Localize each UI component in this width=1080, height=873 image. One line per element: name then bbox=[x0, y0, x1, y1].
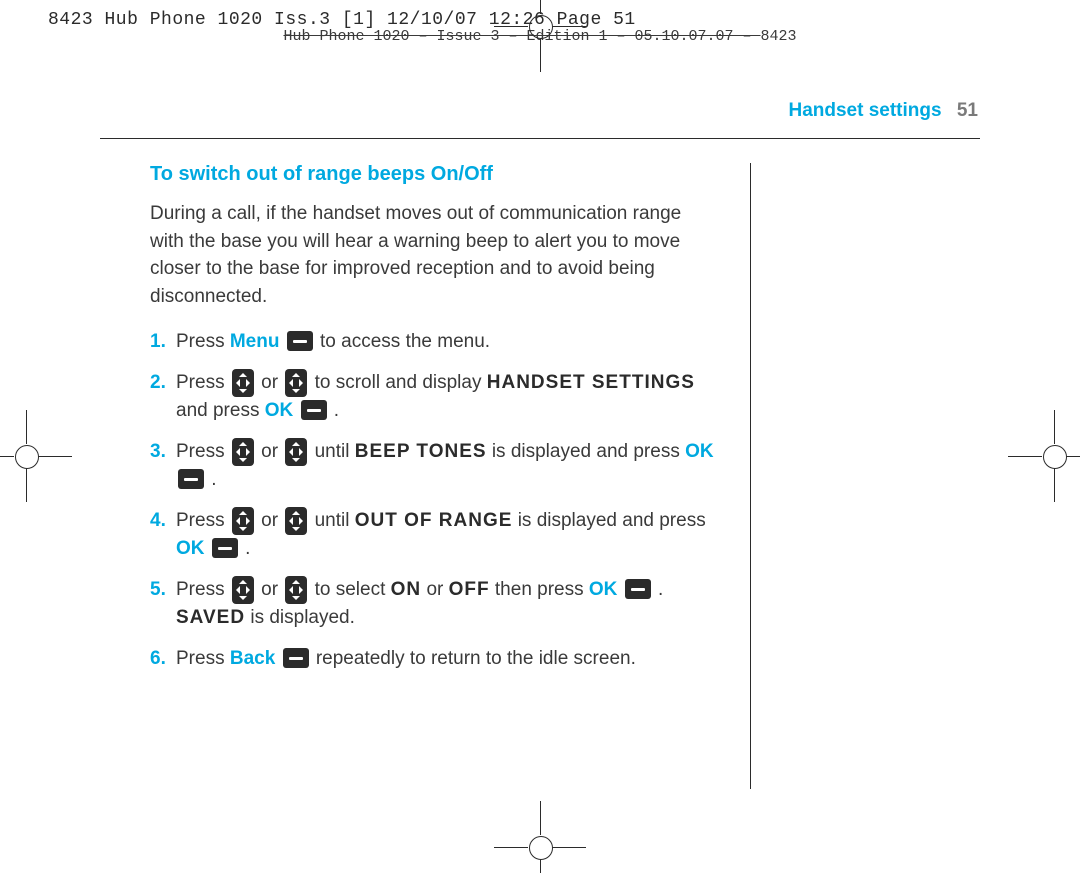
nav-key-icon bbox=[285, 369, 307, 397]
empty-column bbox=[751, 163, 980, 789]
nav-key-icon bbox=[232, 576, 254, 604]
lcd-text: OUT OF RANGE bbox=[355, 510, 513, 531]
nav-key-icon bbox=[232, 507, 254, 535]
step-text: . bbox=[658, 579, 663, 600]
step-text: Press bbox=[176, 648, 230, 669]
step-text: is displayed. bbox=[250, 607, 355, 628]
step-1: 1. Press Menu to access the menu. bbox=[150, 328, 720, 357]
section-title: Handset settings bbox=[788, 100, 941, 121]
crop-mark-right-icon bbox=[1018, 420, 1080, 492]
step-2: 2. Press or to scroll and display HANDSE… bbox=[150, 369, 720, 426]
step-3: 3. Press or until BEEP TONES is displaye… bbox=[150, 438, 720, 495]
nav-key-icon bbox=[285, 576, 307, 604]
step-number: 2. bbox=[150, 369, 166, 398]
step-6: 6. Press Back repeatedly to return to th… bbox=[150, 645, 720, 674]
crop-mark-top-icon bbox=[504, 0, 576, 62]
step-text: and press bbox=[176, 400, 265, 421]
back-label: Back bbox=[230, 648, 275, 669]
step-text: until bbox=[315, 441, 355, 462]
step-text: to select bbox=[315, 579, 391, 600]
step-number: 6. bbox=[150, 645, 166, 674]
page-number: 51 bbox=[957, 100, 978, 121]
step-text: . bbox=[334, 400, 339, 421]
step-4: 4. Press or until OUT OF RANGE is displa… bbox=[150, 507, 720, 564]
page-frame: Handset settings 51 To switch out of ran… bbox=[100, 100, 980, 789]
lcd-text: OFF bbox=[449, 579, 490, 600]
lcd-text: ON bbox=[391, 579, 422, 600]
step-text: is displayed and press bbox=[518, 510, 706, 531]
softkey-icon bbox=[283, 648, 309, 668]
ok-label: OK bbox=[685, 441, 714, 462]
step-text: Press bbox=[176, 510, 230, 531]
step-text: or bbox=[426, 579, 448, 600]
nav-key-icon bbox=[285, 507, 307, 535]
step-text: Press bbox=[176, 579, 230, 600]
lcd-text: SAVED bbox=[176, 607, 245, 628]
press-header-inner-code: 8423 bbox=[761, 28, 797, 45]
step-text: to scroll and display bbox=[315, 372, 487, 393]
step-text: until bbox=[315, 510, 355, 531]
menu-label: Menu bbox=[230, 331, 280, 352]
columns: To switch out of range beeps On/Off Duri… bbox=[100, 163, 980, 789]
content-intro: During a call, if the handset moves out … bbox=[150, 200, 720, 310]
step-number: 1. bbox=[150, 328, 166, 357]
ok-label: OK bbox=[176, 538, 205, 559]
softkey-icon bbox=[178, 469, 204, 489]
section-header: Handset settings 51 bbox=[100, 100, 980, 122]
step-number: 5. bbox=[150, 576, 166, 605]
step-text: Press bbox=[176, 441, 230, 462]
step-text: . bbox=[245, 538, 250, 559]
lcd-text: HANDSET SETTINGS bbox=[487, 372, 695, 393]
step-text: or bbox=[261, 441, 283, 462]
step-text: then press bbox=[495, 579, 589, 600]
softkey-icon bbox=[287, 331, 313, 351]
step-text: is displayed and press bbox=[492, 441, 685, 462]
ok-label: OK bbox=[265, 400, 294, 421]
step-text: to access the menu. bbox=[320, 331, 490, 352]
step-text: Press bbox=[176, 372, 230, 393]
step-text: or bbox=[261, 510, 283, 531]
step-number: 3. bbox=[150, 438, 166, 467]
softkey-icon bbox=[301, 400, 327, 420]
content-subtitle: To switch out of range beeps On/Off bbox=[150, 163, 720, 186]
crop-mark-left-icon bbox=[0, 420, 62, 492]
ok-label: OK bbox=[589, 579, 618, 600]
lcd-text: BEEP TONES bbox=[355, 441, 487, 462]
step-text: Press bbox=[176, 331, 230, 352]
crop-mark-bottom-icon bbox=[504, 811, 576, 873]
step-text: . bbox=[211, 469, 216, 490]
step-5: 5. Press or to select ON or OFF then pre… bbox=[150, 576, 720, 633]
header-rule bbox=[100, 138, 980, 139]
step-text: or bbox=[261, 579, 283, 600]
softkey-icon bbox=[212, 538, 238, 558]
steps-list: 1. Press Menu to access the menu. 2. Pre… bbox=[150, 328, 720, 673]
content-column: To switch out of range beeps On/Off Duri… bbox=[100, 163, 750, 789]
step-text: or bbox=[261, 372, 283, 393]
softkey-icon bbox=[625, 579, 651, 599]
nav-key-icon bbox=[232, 369, 254, 397]
step-text: repeatedly to return to the idle screen. bbox=[316, 648, 636, 669]
nav-key-icon bbox=[285, 438, 307, 466]
step-number: 4. bbox=[150, 507, 166, 536]
nav-key-icon bbox=[232, 438, 254, 466]
